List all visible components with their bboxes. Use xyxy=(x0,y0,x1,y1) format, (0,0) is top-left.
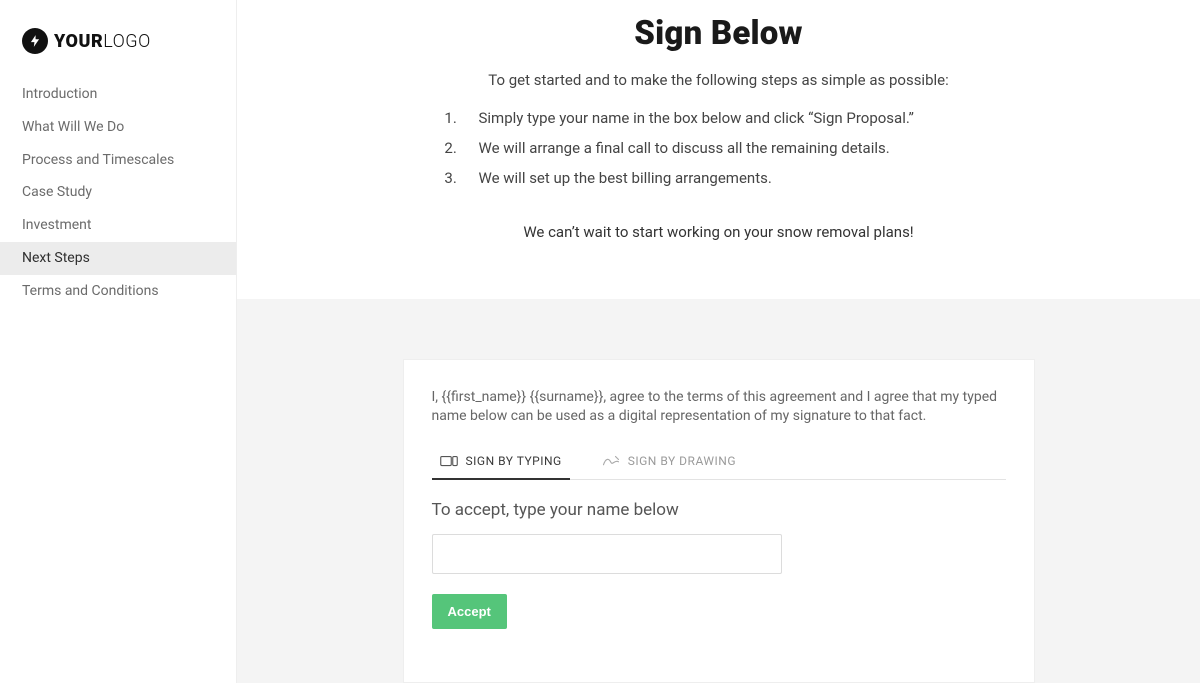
agreement-text: I, {{first_name}} {{surname}}, agree to … xyxy=(432,388,1006,426)
sidebar-item-process-and-timescales[interactable]: Process and Timescales xyxy=(0,144,236,177)
closing-text: We can’t wait to start working on your s… xyxy=(297,223,1140,241)
logo-text-bold: YOUR xyxy=(54,31,103,52)
keyboard-icon xyxy=(440,454,458,468)
tab-sign-by-drawing[interactable]: SIGN BY DRAWING xyxy=(594,446,744,479)
tab-label: SIGN BY DRAWING xyxy=(628,454,736,468)
tab-label: SIGN BY TYPING xyxy=(466,454,562,468)
instructions-section: Sign Below To get started and to make th… xyxy=(237,0,1200,299)
sidebar: YOURLOGO Introduction What Will We Do Pr… xyxy=(0,0,237,683)
steps-list: Simply type your name in the box below a… xyxy=(439,103,999,193)
step-item: We will set up the best billing arrangem… xyxy=(461,163,999,193)
signature-name-input[interactable] xyxy=(432,534,782,574)
logo-text-light: LOGO xyxy=(103,31,151,52)
accept-instruction: To accept, type your name below xyxy=(432,500,1006,520)
signature-draw-icon xyxy=(602,454,620,468)
sidebar-item-introduction[interactable]: Introduction xyxy=(0,78,236,111)
main-content: Sign Below To get started and to make th… xyxy=(237,0,1200,683)
signature-card: I, {{first_name}} {{surname}}, agree to … xyxy=(403,359,1035,683)
tab-sign-by-typing[interactable]: SIGN BY TYPING xyxy=(432,446,570,480)
sidebar-item-investment[interactable]: Investment xyxy=(0,209,236,242)
sidebar-item-what-will-we-do[interactable]: What Will We Do xyxy=(0,111,236,144)
intro-text: To get started and to make the following… xyxy=(297,71,1140,89)
signature-section: I, {{first_name}} {{surname}}, agree to … xyxy=(237,299,1200,683)
sidebar-item-terms-and-conditions[interactable]: Terms and Conditions xyxy=(0,275,236,308)
sidebar-nav: Introduction What Will We Do Process and… xyxy=(0,76,236,308)
logo: YOURLOGO xyxy=(0,0,236,76)
logo-bolt-icon xyxy=(22,28,48,54)
step-item: We will arrange a final call to discuss … xyxy=(461,133,999,163)
page-title: Sign Below xyxy=(297,14,1140,53)
accept-button[interactable]: Accept xyxy=(432,594,507,629)
step-item: Simply type your name in the box below a… xyxy=(461,103,999,133)
sidebar-item-next-steps[interactable]: Next Steps xyxy=(0,242,236,275)
sidebar-item-case-study[interactable]: Case Study xyxy=(0,176,236,209)
signature-tabs: SIGN BY TYPING SIGN BY DRAWING xyxy=(432,446,1006,480)
